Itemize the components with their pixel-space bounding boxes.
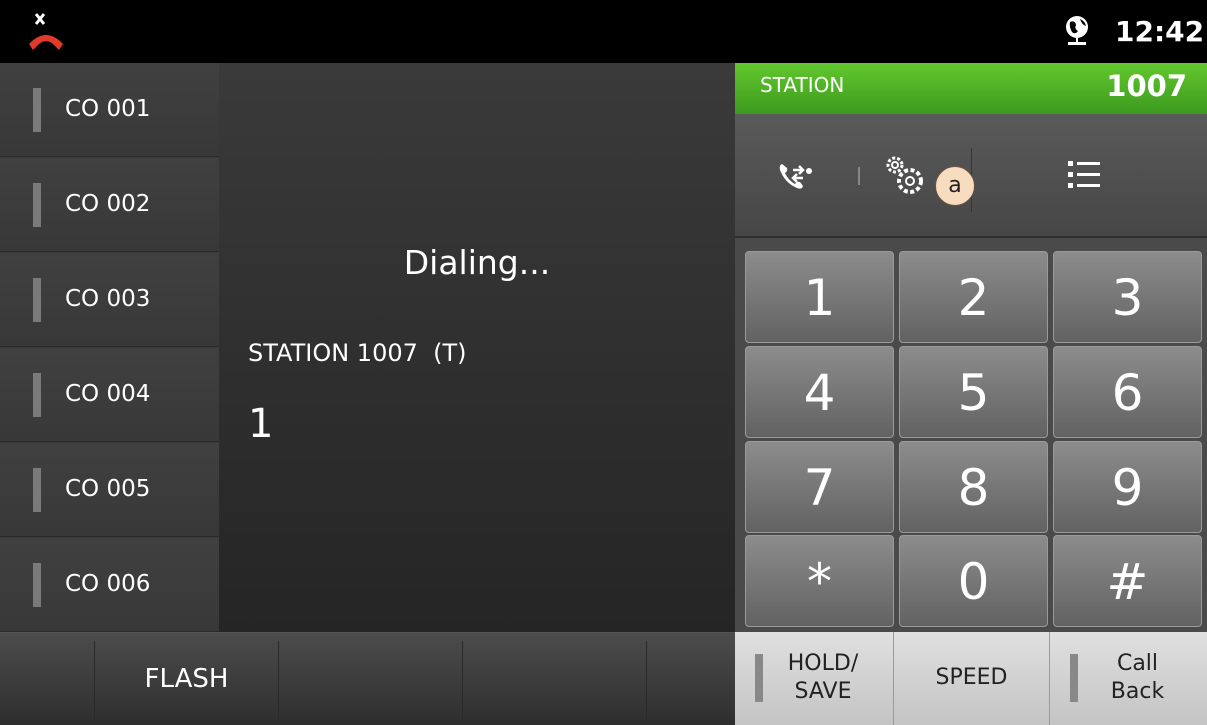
station-info: STATION 1007 (T)	[248, 339, 467, 367]
right-panel: STATION 1007 a 1 2 3 4 5 6 7 8 9 * 0 #	[735, 63, 1207, 632]
keypad-key-star[interactable]: *	[745, 535, 894, 627]
bottom-divider	[646, 641, 647, 719]
gears-icon[interactable]	[883, 154, 927, 198]
call-back-button[interactable]: Call Back	[1050, 632, 1207, 725]
bottom-bar: FLASH	[0, 632, 735, 725]
station-header: STATION 1007	[735, 63, 1207, 114]
co-line-label: CO 005	[65, 476, 151, 502]
clock: 12:42	[1115, 15, 1205, 48]
call-back-label: Call Back	[1050, 650, 1207, 706]
co-line-button[interactable]: CO 005	[0, 443, 219, 537]
keypad-key-2[interactable]: 2	[899, 251, 1048, 343]
hold-label: HOLD/	[787, 651, 859, 676]
status-bar: 12:42	[0, 0, 1207, 63]
line-indicator	[33, 88, 41, 132]
keypad-key-1[interactable]: 1	[745, 251, 894, 343]
call-transfer-icon[interactable]	[777, 161, 837, 191]
speed-button[interactable]: SPEED	[894, 632, 1050, 725]
call-label: Call	[1116, 651, 1159, 676]
list-menu-icon[interactable]	[1067, 158, 1101, 192]
hold-save-button[interactable]: HOLD/ SAVE	[735, 632, 894, 725]
toolbar-divider	[858, 167, 860, 185]
keypad-key-5[interactable]: 5	[899, 346, 1048, 438]
co-line-list: CO 001 CO 002 CO 003 CO 004 CO 005 CO 00…	[0, 63, 219, 632]
line-indicator	[33, 468, 41, 512]
keypad-key-9[interactable]: 9	[1053, 441, 1202, 533]
keypad-key-hash[interactable]: #	[1053, 535, 1202, 627]
hold-save-label: HOLD/ SAVE	[735, 650, 893, 706]
call-status: Dialing...	[403, 243, 551, 282]
keypad-key-6[interactable]: 6	[1053, 346, 1202, 438]
annotation-badge: a	[935, 166, 975, 206]
dialed-digits: 1	[248, 401, 274, 447]
co-line-label: CO 001	[65, 96, 151, 122]
keypad-key-3[interactable]: 3	[1053, 251, 1202, 343]
bottom-divider	[278, 641, 279, 719]
bottom-divider	[462, 641, 463, 719]
call-display: Dialing... STATION 1007 (T) 1	[219, 63, 735, 632]
station-label: STATION	[760, 73, 845, 97]
flash-button[interactable]: FLASH	[95, 633, 278, 725]
co-line-button[interactable]: CO 006	[0, 538, 219, 632]
save-label: SAVE	[794, 679, 852, 704]
co-line-label: CO 006	[65, 571, 151, 597]
line-indicator	[33, 183, 41, 227]
keypad-key-8[interactable]: 8	[899, 441, 1048, 533]
co-line-button[interactable]: CO 003	[0, 253, 219, 347]
keypad-key-7[interactable]: 7	[745, 441, 894, 533]
co-line-label: CO 004	[65, 381, 151, 407]
line-indicator	[33, 278, 41, 322]
station-number: 1007	[1106, 69, 1187, 103]
speed-label: SPEED	[935, 665, 1008, 690]
co-line-button[interactable]: CO 001	[0, 63, 219, 157]
toolbar: a	[735, 114, 1207, 238]
line-indicator	[33, 373, 41, 417]
keypad-key-4[interactable]: 4	[745, 346, 894, 438]
co-line-label: CO 002	[65, 191, 151, 217]
globe-icon	[1066, 16, 1088, 45]
back-label: Back	[1110, 679, 1165, 704]
co-line-button[interactable]: CO 002	[0, 158, 219, 252]
line-indicator	[33, 563, 41, 607]
co-line-button[interactable]: CO 004	[0, 348, 219, 442]
call-end-icon[interactable]	[26, 10, 66, 52]
keypad-key-0[interactable]: 0	[899, 535, 1048, 627]
co-line-label: CO 003	[65, 286, 151, 312]
